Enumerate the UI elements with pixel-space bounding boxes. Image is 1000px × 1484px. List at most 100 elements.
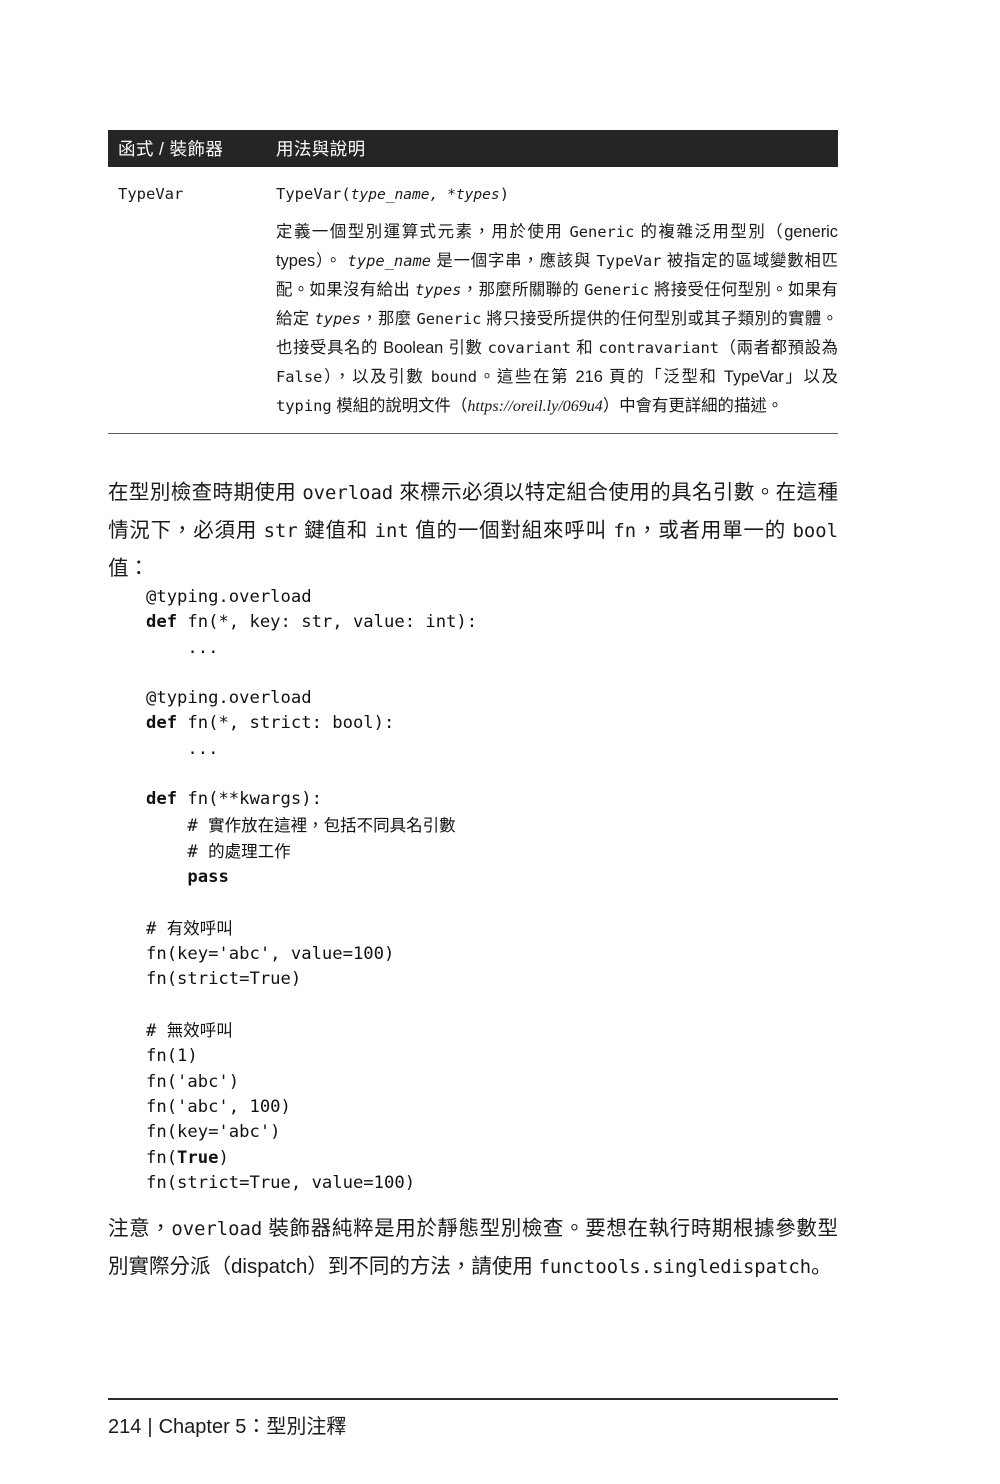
text-segment-24: 模組的說明文件（ (331, 397, 468, 415)
text-segment-17: contravariant (598, 339, 720, 357)
text-segment-4: 鍵值和 (297, 519, 375, 542)
code-line: def fn(*, key: str, value: int): (146, 610, 836, 635)
document-page: 函式 / 裝飾器 用法與說明 TypeVar TypeVar(type_name… (108, 0, 838, 1484)
code-line: # 實作放在這裡，包括不同具名引數 (146, 813, 836, 839)
table-cell-function-name: TypeVar (118, 185, 184, 203)
text-segment-0: @typing.overload (146, 587, 312, 607)
code-line: @typing.overload (146, 585, 836, 610)
text-segment-9: Generic (584, 281, 650, 299)
code-line: fn(1) (146, 1044, 836, 1069)
code-line: def fn(*, strict: bool): (146, 711, 836, 736)
text-segment-0: 在型別檢查時期使用 (108, 481, 303, 504)
text-segment-11: types (314, 310, 361, 328)
text-segment-0: # (146, 918, 167, 939)
text-segment-0: fn( (146, 1147, 178, 1168)
table-header-function-decorator: 函式 / 裝飾器 (118, 139, 224, 159)
text-segment-1: 的處理工作 (208, 841, 291, 861)
code-line: @typing.overload (146, 686, 836, 711)
table-header-row: 函式 / 裝飾器 用法與說明 (108, 130, 838, 167)
code-line: fn(key='abc', value=100) (146, 942, 836, 967)
table-row: TypeVar TypeVar(type_name, *types) 定義一個型… (108, 167, 838, 434)
chapter-label: Chapter 5 (158, 1416, 247, 1438)
text-segment-26: ）中會有更詳細的描述。 (602, 397, 784, 415)
table-cell-usage: TypeVar(type_name, *types) 定義一個型別運算式元素，用… (276, 180, 838, 421)
text-segment-0: fn(strict=True) (146, 969, 302, 990)
chapter-separator: ： (246, 1416, 267, 1438)
text-segment-1: fn(*, strict: bool): (177, 713, 395, 734)
text-segment-0 (146, 867, 187, 887)
text-segment-0: ... (146, 738, 219, 759)
text-segment-0: 注意， (108, 1217, 172, 1240)
function-description: 定義一個型別運算式元素，用於使用 Generic 的複雜泛用型別（generic… (276, 218, 838, 421)
text-segment-1: 有效呼叫 (166, 918, 233, 938)
page-footer: 214 | Chapter 5：型別注釋 (108, 1412, 346, 1442)
signature-prefix: TypeVar( (276, 185, 351, 203)
text-segment-0: # (146, 815, 209, 836)
page-number: 214 (108, 1416, 142, 1438)
text-segment-1: overload (302, 482, 394, 504)
text-segment-20: ），以及引數 (322, 368, 431, 386)
text-segment-21: bound (430, 368, 478, 386)
code-line: # 無效呼叫 (146, 1018, 836, 1044)
text-segment-15: covariant (487, 339, 572, 357)
code-line: fn('abc', 100) (146, 1095, 836, 1120)
text-segment-5: int (374, 520, 409, 542)
text-segment-4: 。 (811, 1255, 832, 1278)
text-segment-12: ，那麼 (360, 310, 417, 328)
text-segment-0: fn(strict=True, value=100) (146, 1172, 416, 1193)
code-line: ... (146, 737, 836, 762)
text-segment-8: ，或者用單一的 (636, 519, 793, 542)
text-segment-1: True (177, 1147, 219, 1168)
text-segment-10: 值： (108, 557, 149, 580)
text-segment-18: （兩者都預設為 (719, 339, 838, 357)
signature-suffix: ) (499, 185, 510, 203)
code-line: fn(strict=True, value=100) (146, 1171, 836, 1196)
table-header-usage-description: 用法與說明 (276, 139, 366, 159)
function-reference-table: 函式 / 裝飾器 用法與說明 TypeVar TypeVar(type_name… (108, 130, 838, 434)
text-segment-9: bool (792, 520, 838, 542)
text-segment-0: fn('abc', 100) (146, 1096, 291, 1117)
footer-divider (108, 1398, 838, 1400)
text-segment-0: def (146, 713, 178, 734)
paragraph-overload-intro: 在型別檢查時期使用 overload 來標示必須以特定組合使用的具名引數。在這種… (108, 474, 838, 587)
code-line: fn('abc') (146, 1070, 836, 1095)
text-segment-0: fn(1) (146, 1046, 198, 1067)
code-line: fn(True) (146, 1146, 836, 1171)
text-segment-23: typing (276, 397, 332, 415)
text-segment-6: 值的一個對組來呼叫 (408, 519, 614, 542)
paragraph-overload-note: 注意，overload 裝飾器純粹是用於靜態型別檢查。要想在執行時期根據參數型別… (108, 1210, 838, 1286)
text-segment-1: overload (171, 1218, 263, 1240)
text-segment-2: ) (218, 1147, 229, 1168)
code-line: # 的處理工作 (146, 839, 836, 865)
text-segment-19: False (276, 368, 323, 386)
code-line: def fn(**kwargs): (146, 787, 836, 812)
text-segment-0: ... (146, 637, 219, 658)
text-segment-0: fn('abc') (146, 1071, 240, 1092)
text-segment-0: def (146, 789, 178, 810)
text-segment-1: fn(*, key: str, value: int): (177, 612, 478, 633)
text-segment-13: Generic (416, 310, 482, 328)
text-segment-0: fn(key='abc') (146, 1122, 281, 1143)
text-segment-0: # (146, 841, 209, 862)
text-segment-1: fn(**kwargs): (177, 789, 322, 810)
code-block-overload-example: @typing.overload def fn(*, key: str, valu… (146, 585, 836, 1196)
text-segment-7: fn (613, 520, 637, 542)
text-segment-1: Generic (569, 223, 635, 241)
code-line: fn(key='abc') (146, 1120, 836, 1145)
code-line: fn(strict=True) (146, 967, 836, 992)
function-signature: TypeVar(type_name, *types) (276, 180, 838, 209)
text-segment-0: # (146, 1021, 167, 1042)
text-segment-0: fn(key='abc', value=100) (146, 944, 395, 965)
text-segment-7: types (415, 281, 462, 299)
text-segment-25: https://oreil.ly/069u4 (467, 398, 603, 415)
text-segment-3: functools.singledispatch (538, 1256, 812, 1278)
text-segment-1: pass (187, 867, 229, 888)
text-segment-3: str (263, 520, 298, 542)
code-line: ... (146, 636, 836, 661)
chapter-title: 型別注釋 (266, 1416, 347, 1438)
text-segment-1: 實作放在這裡，包括不同具名引數 (208, 815, 456, 835)
code-line: # 有效呼叫 (146, 916, 836, 942)
